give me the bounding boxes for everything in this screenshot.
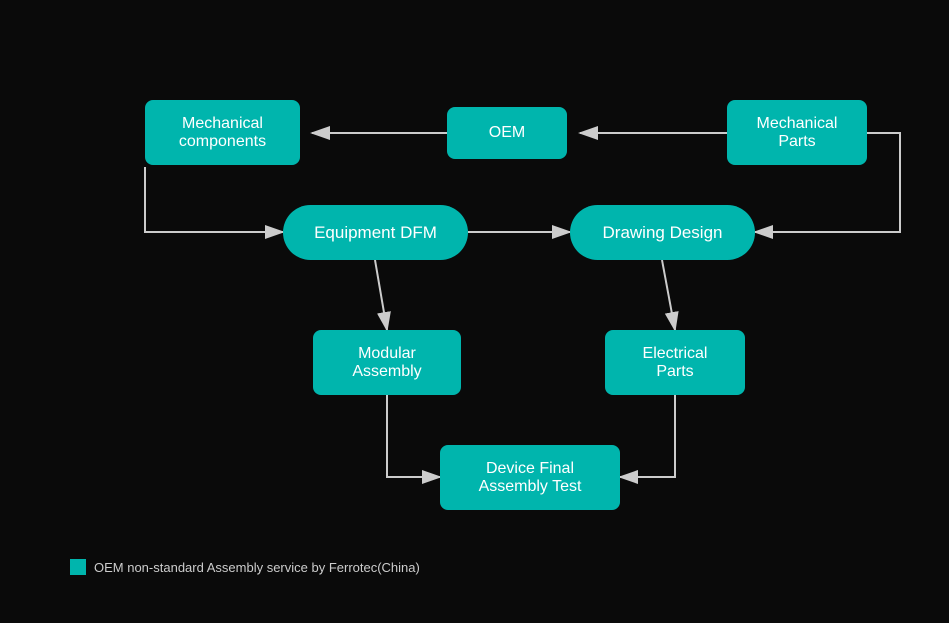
drawing-design-node: Drawing Design (570, 205, 755, 260)
modular-assembly-node: Modular Assembly (313, 330, 461, 395)
device-final-assembly-node: Device Final Assembly Test (440, 445, 620, 510)
legend-text: OEM non-standard Assembly service by Fer… (94, 560, 420, 575)
equipment-dfm-node: Equipment DFM (283, 205, 468, 260)
electrical-parts-node: Electrical Parts (605, 330, 745, 395)
diagram-container: Mechanical components OEM Mechanical Par… (0, 0, 949, 623)
legend: OEM non-standard Assembly service by Fer… (70, 559, 420, 575)
legend-color-box (70, 559, 86, 575)
mechanical-parts-node: Mechanical Parts (727, 100, 867, 165)
oem-node: OEM (447, 107, 567, 159)
arrows-svg (0, 0, 949, 623)
mechanical-components-node: Mechanical components (145, 100, 300, 165)
